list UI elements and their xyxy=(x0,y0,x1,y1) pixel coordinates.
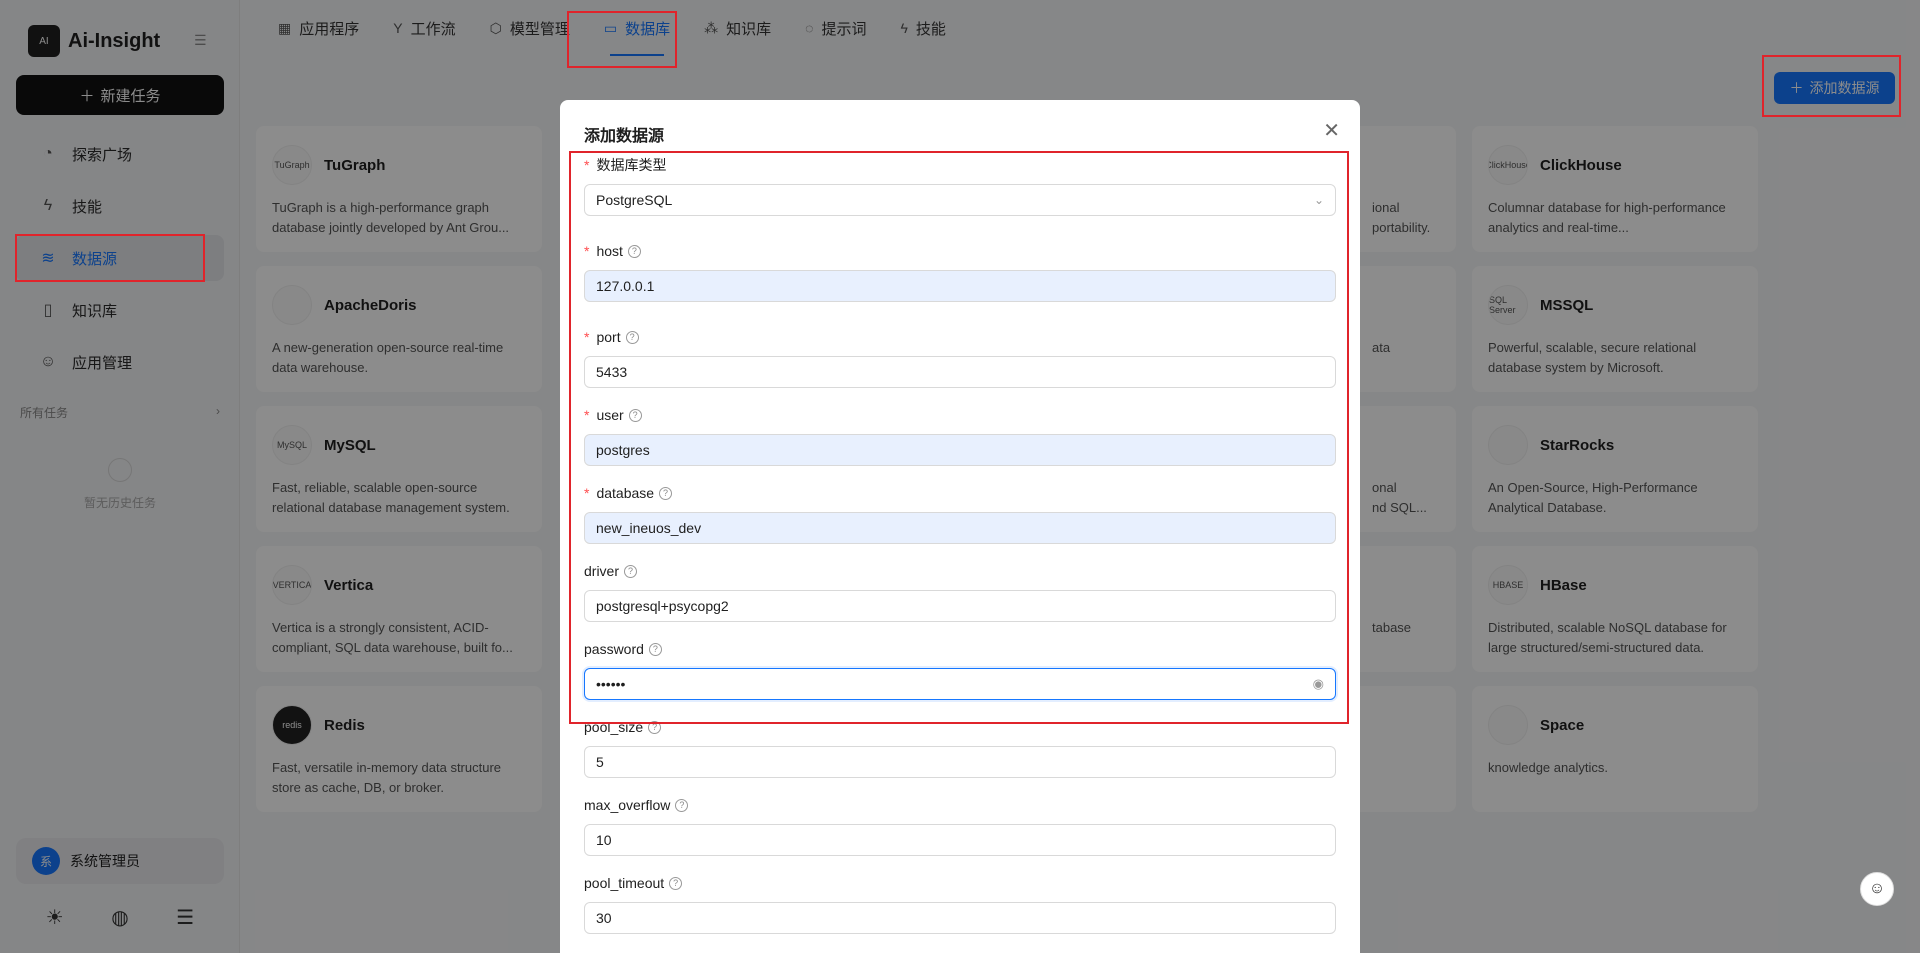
chevron-down-icon: ⌄ xyxy=(1313,193,1324,207)
field-db-type: * 数据库类型 PostgreSQL ⌄ xyxy=(584,154,1336,216)
user-input[interactable]: postgres xyxy=(584,434,1336,466)
field-pool-size: pool_size? 5 xyxy=(584,716,1336,778)
question-icon[interactable]: ? xyxy=(624,564,638,578)
field-label: 数据库类型 xyxy=(596,157,667,173)
required-mark: * xyxy=(584,157,590,173)
field-password: password? •••••• ◉ xyxy=(584,638,1336,700)
question-icon[interactable]: ? xyxy=(675,798,689,812)
question-icon[interactable]: ? xyxy=(669,876,683,890)
port-input[interactable]: 5433 xyxy=(584,356,1336,388)
field-driver: driver? postgresql+psycopg2 xyxy=(584,560,1336,622)
field-label: driver xyxy=(584,563,620,579)
field-label: database xyxy=(596,485,655,501)
field-user: * user? postgres xyxy=(584,404,1336,466)
field-host: * host? 127.0.0.1 xyxy=(584,240,1336,302)
question-icon[interactable]: ? xyxy=(659,486,673,500)
password-input[interactable]: •••••• ◉ xyxy=(584,668,1336,700)
field-label: pool_size xyxy=(584,719,644,735)
field-label: port xyxy=(596,329,621,345)
question-icon[interactable]: ? xyxy=(625,330,639,344)
required-mark: * xyxy=(584,485,590,501)
question-icon[interactable]: ? xyxy=(627,244,641,258)
question-icon[interactable]: ? xyxy=(648,720,662,734)
field-label: user xyxy=(596,407,624,423)
field-pool-timeout: pool_timeout? 30 xyxy=(584,872,1336,934)
field-max-overflow: max_overflow? 10 xyxy=(584,794,1336,856)
field-label: host xyxy=(596,243,623,259)
field-label: password xyxy=(584,641,644,657)
question-icon[interactable]: ? xyxy=(628,408,642,422)
add-datasource-modal: 添加数据源 ✕ * 数据库类型 PostgreSQL ⌄ * host? 127.0.… xyxy=(560,100,1360,953)
close-icon[interactable]: ✕ xyxy=(1323,118,1340,143)
driver-input[interactable]: postgresql+psycopg2 xyxy=(584,590,1336,622)
database-input[interactable]: new_ineuos_dev xyxy=(584,512,1336,544)
required-mark: * xyxy=(584,329,590,345)
field-label: pool_timeout xyxy=(584,875,665,891)
host-input[interactable]: 127.0.0.1 xyxy=(584,270,1336,302)
max-overflow-input[interactable]: 10 xyxy=(584,824,1336,856)
db-type-select[interactable]: PostgreSQL ⌄ xyxy=(584,184,1336,216)
smile-help-icon[interactable]: ☺ xyxy=(1860,872,1894,906)
field-port: * port? 5433 xyxy=(584,326,1336,388)
required-mark: * xyxy=(584,407,590,423)
question-icon[interactable]: ? xyxy=(648,642,662,656)
pool-timeout-input[interactable]: 30 xyxy=(584,902,1336,934)
field-database: * database? new_ineuos_dev xyxy=(584,482,1336,544)
field-label: max_overflow xyxy=(584,797,671,813)
modal-title: 添加数据源 xyxy=(584,128,665,145)
pool-size-input[interactable]: 5 xyxy=(584,746,1336,778)
required-mark: * xyxy=(584,243,590,259)
eye-invisible-icon[interactable]: ◉ xyxy=(1313,676,1324,692)
